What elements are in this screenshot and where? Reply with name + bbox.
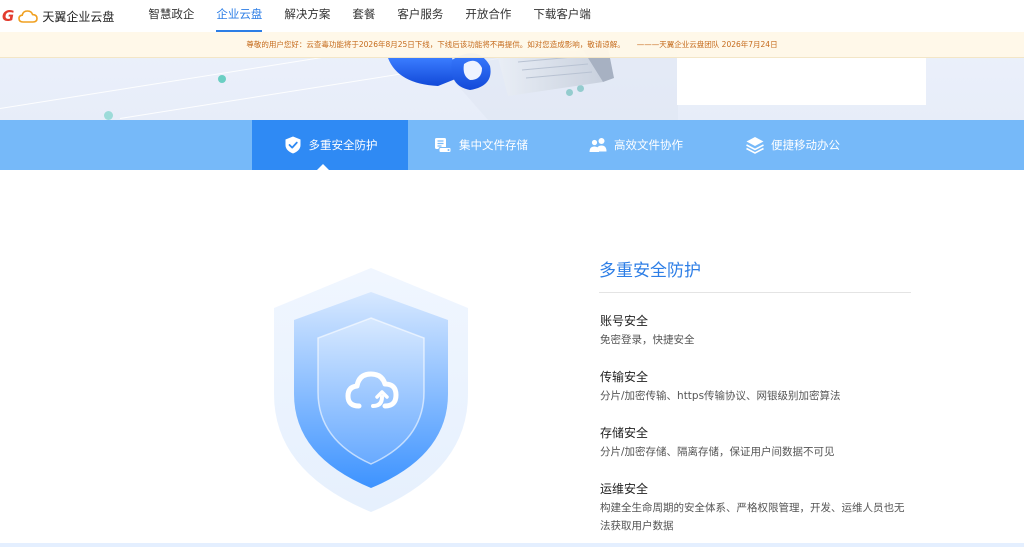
nav-item[interactable]: 智慧政企 — [148, 0, 194, 32]
tab-mobile[interactable]: 便捷移动办公 — [745, 120, 840, 170]
nav-item[interactable]: 开放合作 — [465, 0, 511, 32]
hero-decor-dot — [218, 75, 226, 83]
site-logo[interactable]: G 天翼企业云盘 — [0, 0, 114, 32]
feature-item-ops: 运维安全 构建全生命周期的安全体系、严格权限管理，开发、运维人员也无法获取用户数… — [600, 480, 910, 535]
notice-signature: ———天翼企业云盘团队 2026年7月24日 — [636, 40, 778, 49]
shield-check-icon — [285, 136, 300, 154]
cloud-logo-icon — [18, 10, 39, 23]
active-tab-pointer — [317, 164, 329, 170]
users-icon — [589, 138, 607, 152]
feature-title: 运维安全 — [600, 482, 649, 496]
logo-mark: G — [2, 7, 15, 25]
hero-decor-dot — [104, 111, 113, 120]
tab-collaboration[interactable]: 高效文件协作 — [588, 120, 683, 170]
file-storage-icon — [435, 138, 452, 153]
top-navbar: G 天翼企业云盘 智慧政企 企业云盘 解决方案 套餐 客户服务 开放合作 下载客户端 — [0, 0, 1024, 32]
layers-icon — [746, 137, 764, 154]
nav-item[interactable]: 下载客户端 — [533, 0, 591, 32]
feature-desc: 构建全生命周期的安全体系、严格权限管理，开发、运维人员也无法获取用户数据 — [600, 502, 905, 532]
feature-desc: 免密登录，快捷安全 — [600, 334, 695, 346]
feature-item-transfer: 传输安全 分片/加密传输、https传输协议、网银级别加密算法 — [600, 368, 930, 405]
notice-banner: 尊敬的用户您好：云查毒功能将于2026年8月25日下线，下线后该功能将不再提供。… — [0, 32, 1024, 58]
security-shield-illustration — [272, 266, 470, 516]
nav-item[interactable]: 企业云盘 — [216, 0, 263, 32]
feature-item-storage: 存储安全 分片/加密存储、隔离存储，保证用户间数据不可见 — [600, 424, 930, 461]
main-nav: 智慧政企 企业云盘 解决方案 套餐 客户服务 开放合作 下载客户端 — [148, 0, 613, 32]
tab-label: 便捷移动办公 — [771, 138, 840, 152]
feature-desc: 分片/加密存储、隔离存储，保证用户间数据不可见 — [600, 446, 835, 458]
nav-item[interactable]: 客户服务 — [397, 0, 443, 32]
nav-item[interactable]: 解决方案 — [284, 0, 330, 32]
tab-label: 多重安全防护 — [308, 138, 378, 152]
section-title: 多重安全防护 — [599, 261, 701, 281]
notice-text: 尊敬的用户您好：云查毒功能将于2026年8月25日下线，下线后该功能将不再提供。… — [246, 40, 625, 49]
tab-label: 集中文件存储 — [459, 138, 528, 152]
tab-label: 高效文件协作 — [614, 138, 683, 152]
tab-security[interactable]: 多重安全防护 — [252, 120, 408, 170]
feature-title: 存储安全 — [600, 426, 649, 440]
feature-tab-bar: 多重安全防护 集中文件存储 高效文件协作 便捷移动办公 — [0, 120, 1024, 170]
nav-item[interactable]: 套餐 — [352, 0, 375, 32]
tab-storage[interactable]: 集中文件存储 — [433, 120, 528, 170]
logo-text: 天翼企业云盘 — [42, 9, 115, 24]
page-bottom-strip — [0, 543, 1024, 547]
feature-title: 账号安全 — [600, 314, 649, 328]
shield-icon — [274, 268, 468, 512]
feature-title: 传输安全 — [600, 370, 649, 384]
feature-item-account: 账号安全 免密登录，快捷安全 — [600, 312, 930, 349]
feature-desc: 分片/加密传输、https传输协议、网银级别加密算法 — [600, 390, 841, 402]
section-divider — [599, 292, 911, 293]
